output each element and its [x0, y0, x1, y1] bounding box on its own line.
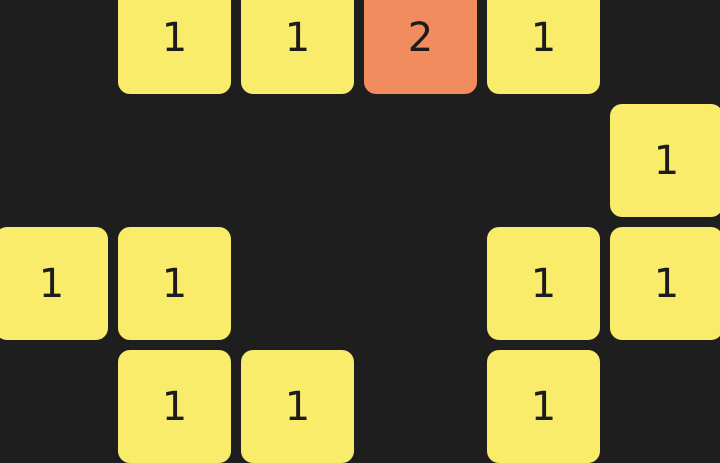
tile-1[interactable]: 1 — [487, 227, 600, 340]
tile-1[interactable]: 1 — [118, 0, 231, 94]
game-board: 112111111111 — [0, 0, 720, 463]
tile-1[interactable]: 1 — [118, 227, 231, 340]
tile-1[interactable]: 1 — [610, 227, 720, 340]
tile-1[interactable]: 1 — [610, 104, 720, 217]
tile-1[interactable]: 1 — [118, 350, 231, 463]
tile-1[interactable]: 1 — [487, 0, 600, 94]
tile-2[interactable]: 2 — [364, 0, 477, 94]
tile-1[interactable]: 1 — [0, 227, 108, 340]
tile-1[interactable]: 1 — [241, 350, 354, 463]
tile-1[interactable]: 1 — [487, 350, 600, 463]
tile-1[interactable]: 1 — [241, 0, 354, 94]
